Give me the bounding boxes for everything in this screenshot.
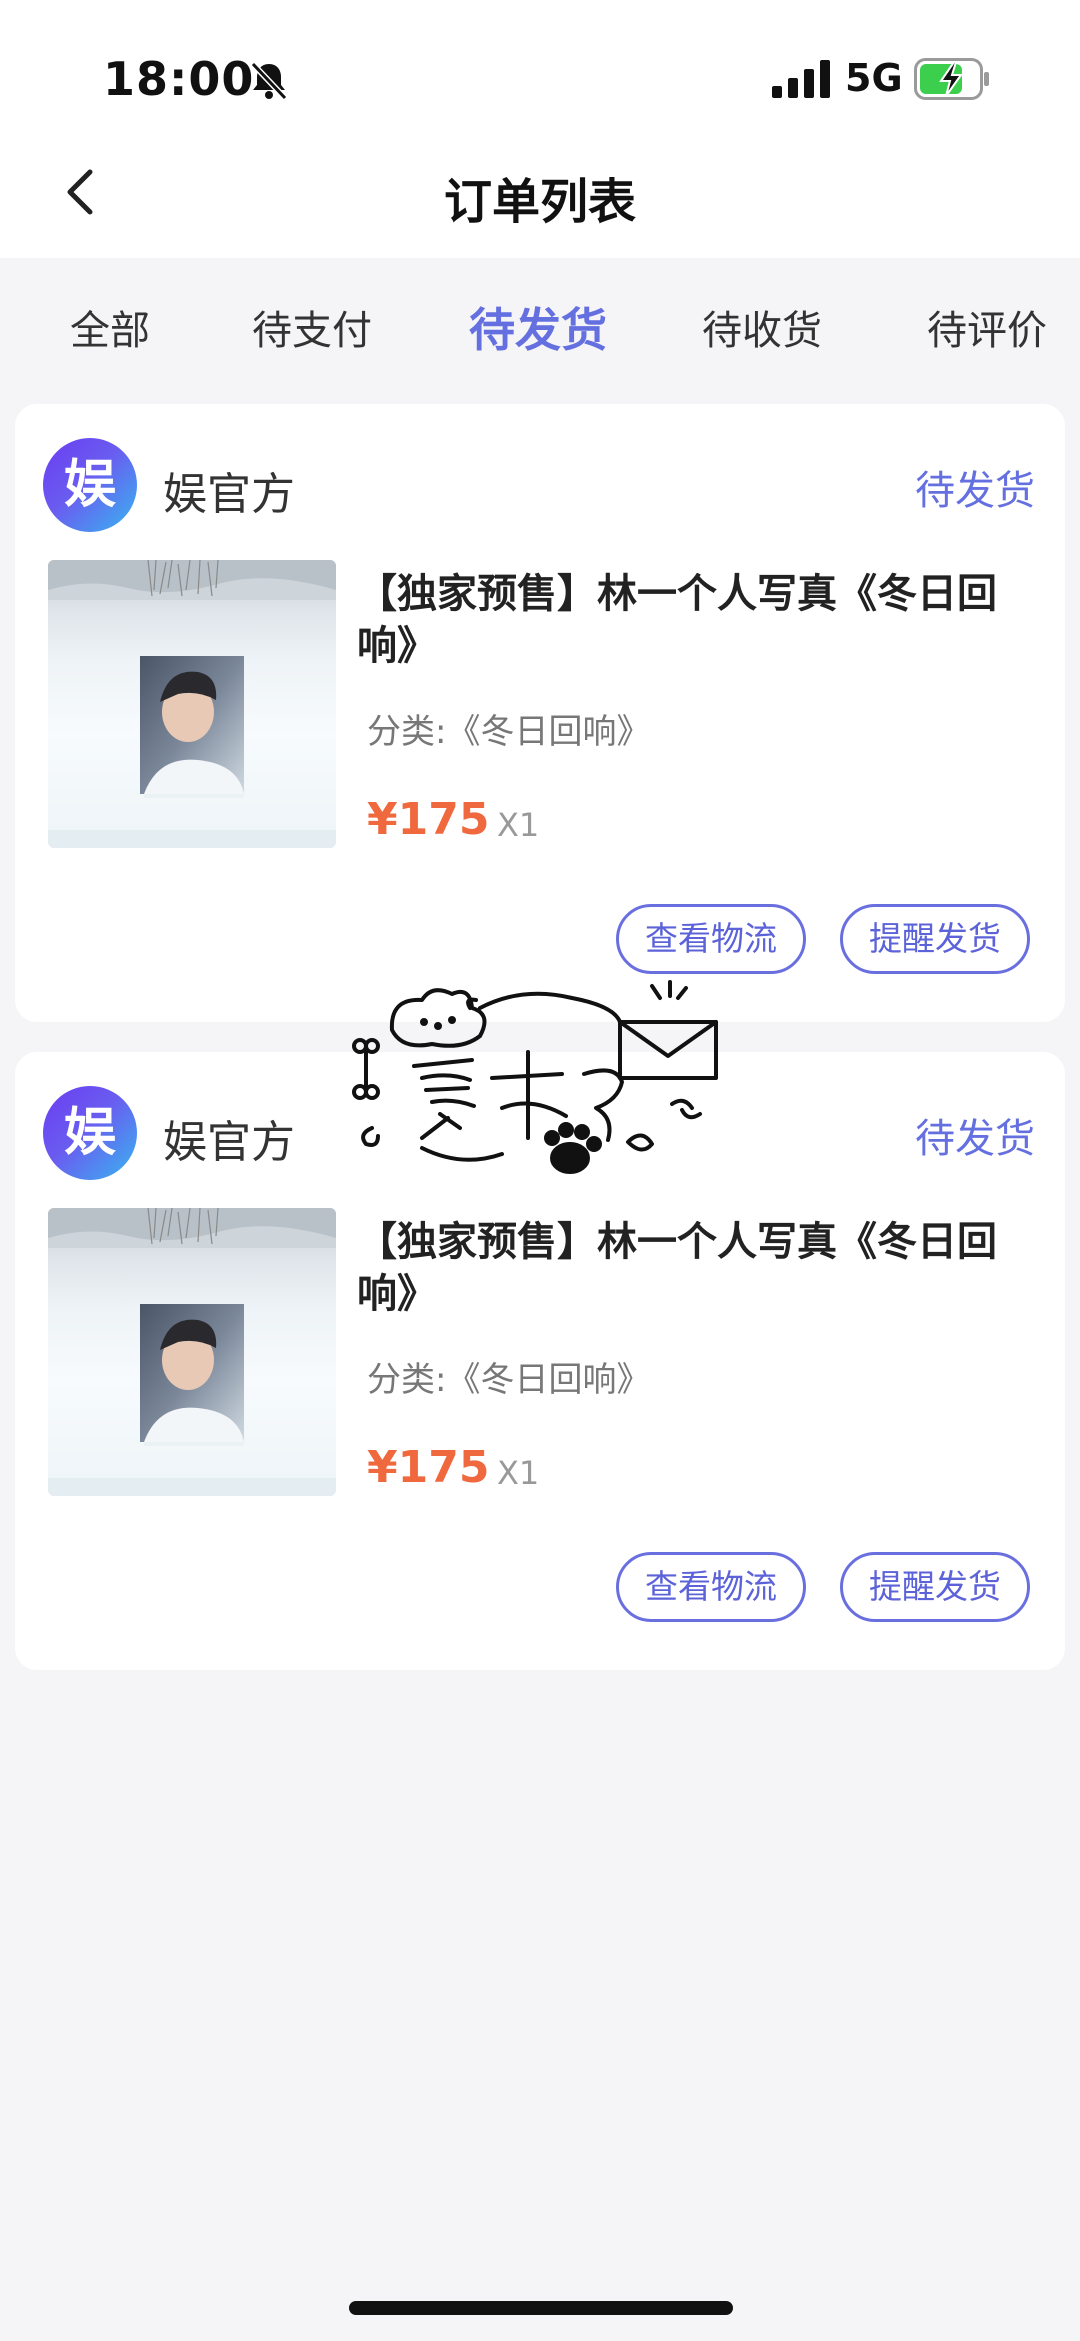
status-bar: 18:00 5G — [0, 0, 1080, 140]
shop-name[interactable]: 娱官方 — [163, 458, 295, 522]
remind-shipment-button[interactable]: 提醒发货 — [840, 1552, 1030, 1622]
tab-pending-receipt[interactable]: 待收货 — [702, 298, 822, 356]
status-time: 18:00 — [103, 52, 255, 106]
signal-icon — [772, 60, 830, 98]
product-title[interactable]: 【独家预售】林一个人写真《冬日回响》 — [357, 1216, 1037, 1320]
doodle-sticker — [352, 980, 718, 1174]
order-status: 待发货 — [915, 1116, 1035, 1162]
header-area: 18:00 5G 订单列表 — [0, 0, 1080, 258]
shop-name[interactable]: 娱官方 — [163, 1106, 295, 1170]
order-card[interactable]: 娱 娱官方 待发货 【独家预售】林一个人写真《冬日回响》 分类:《冬日回响》 ¥… — [15, 404, 1065, 1022]
tab-all[interactable]: 全部 — [70, 298, 150, 356]
shop-logo-text: 娱 — [63, 1103, 116, 1163]
product-quantity: X1 — [497, 1454, 540, 1492]
shop-logo: 娱 — [43, 1086, 137, 1180]
product-price: ¥175 — [367, 794, 490, 845]
tab-pending-shipment[interactable]: 待发货 — [469, 294, 607, 360]
navigation-bar: 订单列表 — [0, 140, 1080, 258]
shop-logo: 娱 — [43, 438, 137, 532]
view-logistics-button[interactable]: 查看物流 — [616, 904, 806, 974]
product-category: 分类:《冬日回响》 — [367, 712, 651, 752]
battery-charging-icon — [914, 58, 989, 100]
bell-slash-icon — [250, 61, 288, 101]
order-status: 待发货 — [915, 468, 1035, 514]
order-tabs: 全部 待支付 待发货 待收货 待评价 — [0, 258, 1080, 398]
shop-logo-text: 娱 — [63, 455, 116, 515]
tab-pending-payment[interactable]: 待支付 — [252, 298, 372, 356]
product-price: ¥175 — [367, 1442, 490, 1493]
page-title: 订单列表 — [443, 174, 636, 230]
view-logistics-button[interactable]: 查看物流 — [616, 1552, 806, 1622]
home-indicator — [349, 2301, 733, 2315]
network-type: 5G — [845, 56, 903, 100]
product-quantity: X1 — [497, 806, 540, 844]
remind-shipment-button[interactable]: 提醒发货 — [840, 904, 1030, 974]
product-category: 分类:《冬日回响》 — [367, 1360, 651, 1400]
product-title[interactable]: 【独家预售】林一个人写真《冬日回响》 — [357, 568, 1037, 672]
product-thumbnail[interactable] — [48, 1208, 336, 1496]
product-thumbnail[interactable] — [48, 560, 336, 848]
tab-pending-review[interactable]: 待评价 — [927, 298, 1047, 356]
